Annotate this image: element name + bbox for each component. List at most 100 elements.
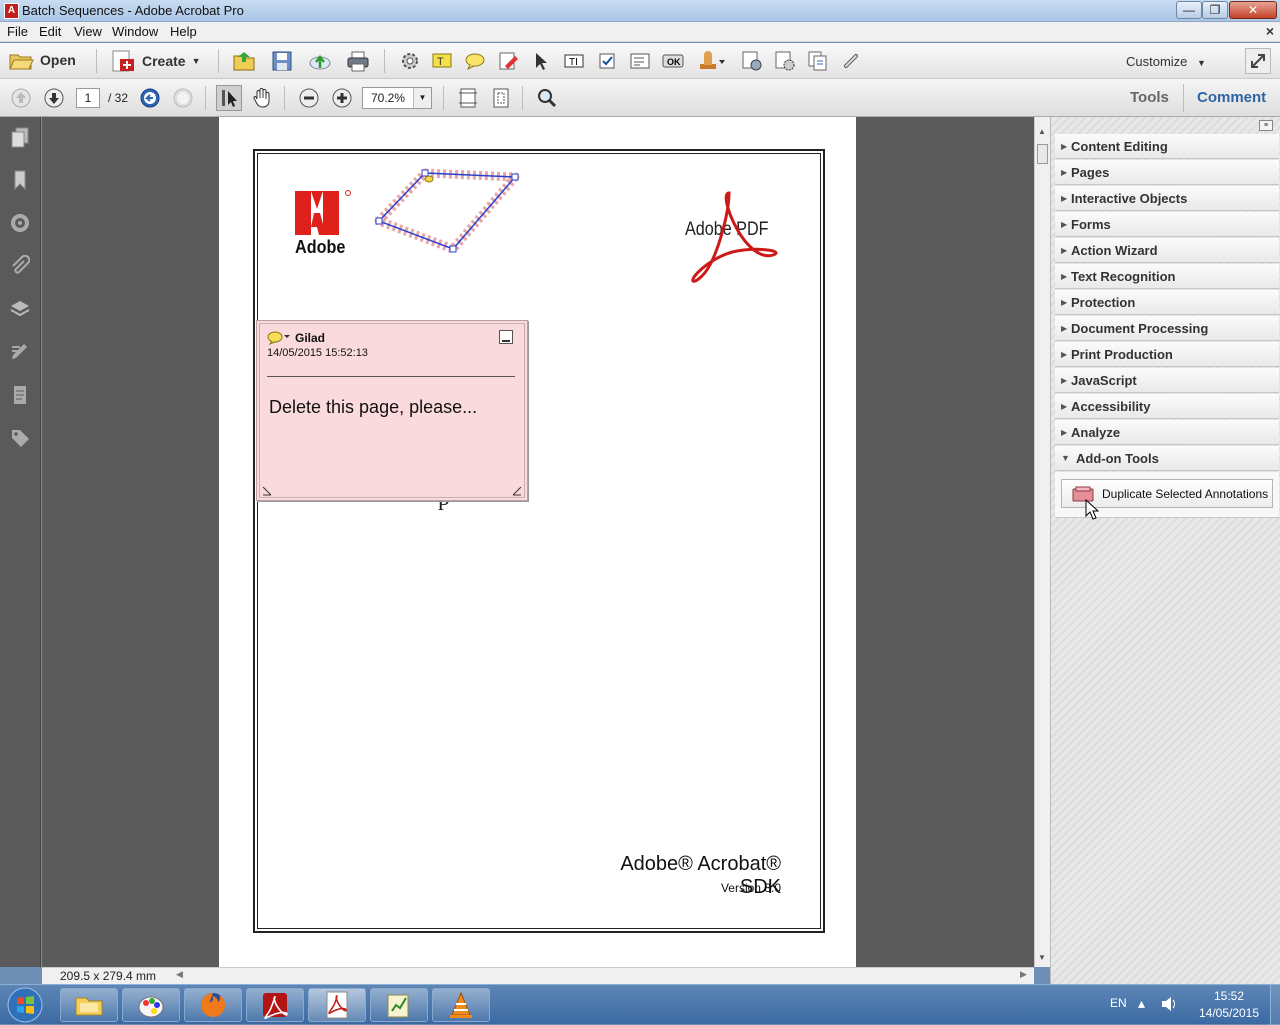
document-settings-icon[interactable] [772, 48, 798, 74]
customize-button[interactable]: Customize ▼ [1126, 54, 1206, 69]
navigation-toolbar: 1 / 32 70.2% ▼ Tools Comment [0, 79, 1280, 117]
comment-bubble-icon[interactable] [267, 331, 291, 345]
zoom-out-icon[interactable] [296, 85, 322, 111]
article-icon[interactable] [8, 383, 32, 407]
stamp-icon[interactable] [695, 48, 729, 74]
panel-options-icon[interactable]: ≡ [1259, 120, 1273, 131]
taskbar-acrobat[interactable] [246, 988, 304, 1022]
paint-palette-icon [138, 996, 164, 1018]
taskbar-firefox[interactable] [184, 988, 242, 1022]
content-edit-icon[interactable] [8, 340, 32, 364]
resize-handle-right-icon[interactable] [511, 485, 523, 497]
clock-date[interactable]: 14/05/2015 [1192, 1006, 1266, 1020]
full-screen-icon[interactable] [1245, 48, 1271, 74]
search-icon[interactable] [534, 85, 560, 111]
print-icon[interactable] [345, 48, 371, 74]
tools-section-protection[interactable]: ▶ Protection [1055, 290, 1279, 315]
select-arrow-icon[interactable] [528, 48, 554, 74]
action-gear-icon[interactable] [739, 48, 765, 74]
markup-icon[interactable] [495, 48, 521, 74]
vertical-scrollbar[interactable]: ▲ ▼ [1034, 117, 1050, 967]
scroll-left-icon[interactable]: ◀ [176, 969, 183, 980]
page-number-input[interactable]: 1 [76, 88, 100, 108]
pdf-page[interactable]: Adobe Adobe PDF p Adobe® Acrobat® SDK Ve… [219, 117, 856, 967]
tools-section-interactive-objects[interactable]: ▶ Interactive Objects [1055, 186, 1279, 211]
language-indicator[interactable]: EN [1110, 996, 1127, 1010]
bookmarks-icon[interactable] [8, 168, 32, 192]
scroll-down-icon[interactable]: ▼ [1038, 953, 1046, 962]
save-icon[interactable] [269, 48, 295, 74]
tags-icon[interactable] [8, 426, 32, 450]
tools-section-action-wizard[interactable]: ▶ Action Wizard [1055, 238, 1279, 263]
polygon-annotation[interactable] [367, 165, 532, 263]
tools-section-pages[interactable]: ▶ Pages [1055, 160, 1279, 185]
menu-file[interactable]: File [7, 24, 28, 39]
scroll-right-icon[interactable]: ▶ [1020, 969, 1027, 980]
ok-button-icon[interactable]: OK [660, 48, 686, 74]
menu-help[interactable]: Help [170, 24, 197, 39]
next-page-icon[interactable] [41, 85, 67, 111]
show-hidden-icons-icon[interactable]: ▴ [1138, 995, 1145, 1012]
tools-section-content-editing[interactable]: ▶ Content Editing [1055, 134, 1279, 159]
tools-section-javascript[interactable]: ▶ JavaScript [1055, 368, 1279, 393]
open-button[interactable]: Open [8, 49, 76, 71]
checkbox-icon[interactable] [594, 48, 620, 74]
attachments-icon[interactable] [8, 254, 32, 278]
comment-popup[interactable]: Gilad 14/05/2015 15:52:13 Delete this pa… [256, 320, 528, 501]
go-back-icon[interactable] [137, 85, 163, 111]
hand-tool-icon[interactable] [249, 85, 275, 111]
select-tool-icon[interactable] [216, 85, 242, 111]
show-desktop-button[interactable] [1270, 985, 1280, 1025]
volume-icon[interactable] [1160, 996, 1178, 1012]
highlight-text-icon[interactable]: T [429, 48, 455, 74]
taskbar-file-explorer[interactable] [60, 988, 118, 1022]
sticky-note-icon[interactable] [462, 48, 488, 74]
tools-section-accessibility[interactable]: ▶ Accessibility [1055, 394, 1279, 419]
taskbar-chart-app[interactable] [370, 988, 428, 1022]
previous-page-icon[interactable] [8, 85, 34, 111]
taskbar-vlc[interactable] [432, 988, 490, 1022]
gear-icon[interactable] [397, 48, 423, 74]
start-button[interactable] [4, 986, 46, 1024]
layers-icon[interactable] [8, 297, 32, 321]
minimize-note-icon[interactable] [499, 330, 513, 344]
menu-window[interactable]: Window [112, 24, 158, 39]
signatures-icon[interactable] [8, 211, 32, 235]
zoom-in-icon[interactable] [329, 85, 355, 111]
list-box-icon[interactable] [627, 48, 653, 74]
maximize-button[interactable]: ❐ [1202, 1, 1228, 19]
fit-width-icon[interactable] [455, 85, 481, 111]
tools-pane-tab[interactable]: Tools [1130, 89, 1169, 106]
open-folder-icon[interactable] [231, 48, 257, 74]
scroll-thumb[interactable] [1037, 144, 1048, 164]
tools-section-add-on-tools[interactable]: ▼ Add-on Tools [1055, 446, 1279, 471]
menu-view[interactable]: View [74, 24, 102, 39]
zoom-select[interactable]: 70.2% ▼ [362, 87, 432, 109]
sdk-version: Version 8.0 [720, 881, 781, 895]
text-field-icon[interactable]: TI [561, 48, 587, 74]
tools-section-document-processing[interactable]: ▶ Document Processing [1055, 316, 1279, 341]
taskbar-acrobat-document[interactable] [308, 988, 366, 1022]
scroll-up-icon[interactable]: ▲ [1038, 127, 1046, 136]
comment-pane-tab[interactable]: Comment [1197, 89, 1266, 106]
create-button[interactable]: Create ▼ [110, 49, 201, 73]
link-icon[interactable] [838, 48, 864, 74]
page-thumbnails-icon[interactable] [8, 125, 32, 149]
taskbar-paint[interactable] [122, 988, 180, 1022]
clock-time[interactable]: 15:52 [1192, 989, 1266, 1003]
document-close-icon[interactable]: × [1266, 23, 1274, 39]
upload-cloud-icon[interactable] [307, 48, 333, 74]
comment-body[interactable]: Delete this page, please... [269, 397, 477, 418]
document-view[interactable]: Adobe Adobe PDF p Adobe® Acrobat® SDK Ve… [42, 117, 1034, 967]
batch-sequence-icon[interactable] [805, 48, 831, 74]
tools-section-print-production[interactable]: ▶ Print Production [1055, 342, 1279, 367]
tools-section-analyze[interactable]: ▶ Analyze [1055, 420, 1279, 445]
tools-section-forms[interactable]: ▶ Forms [1055, 212, 1279, 237]
minimize-button[interactable]: — [1176, 1, 1202, 19]
resize-handle-left-icon[interactable] [261, 485, 273, 497]
tools-section-text-recognition[interactable]: ▶ Text Recognition [1055, 264, 1279, 289]
close-button[interactable]: ✕ [1229, 1, 1277, 19]
menu-edit[interactable]: Edit [39, 24, 61, 39]
go-forward-icon[interactable] [170, 85, 196, 111]
fit-page-icon[interactable] [488, 85, 514, 111]
